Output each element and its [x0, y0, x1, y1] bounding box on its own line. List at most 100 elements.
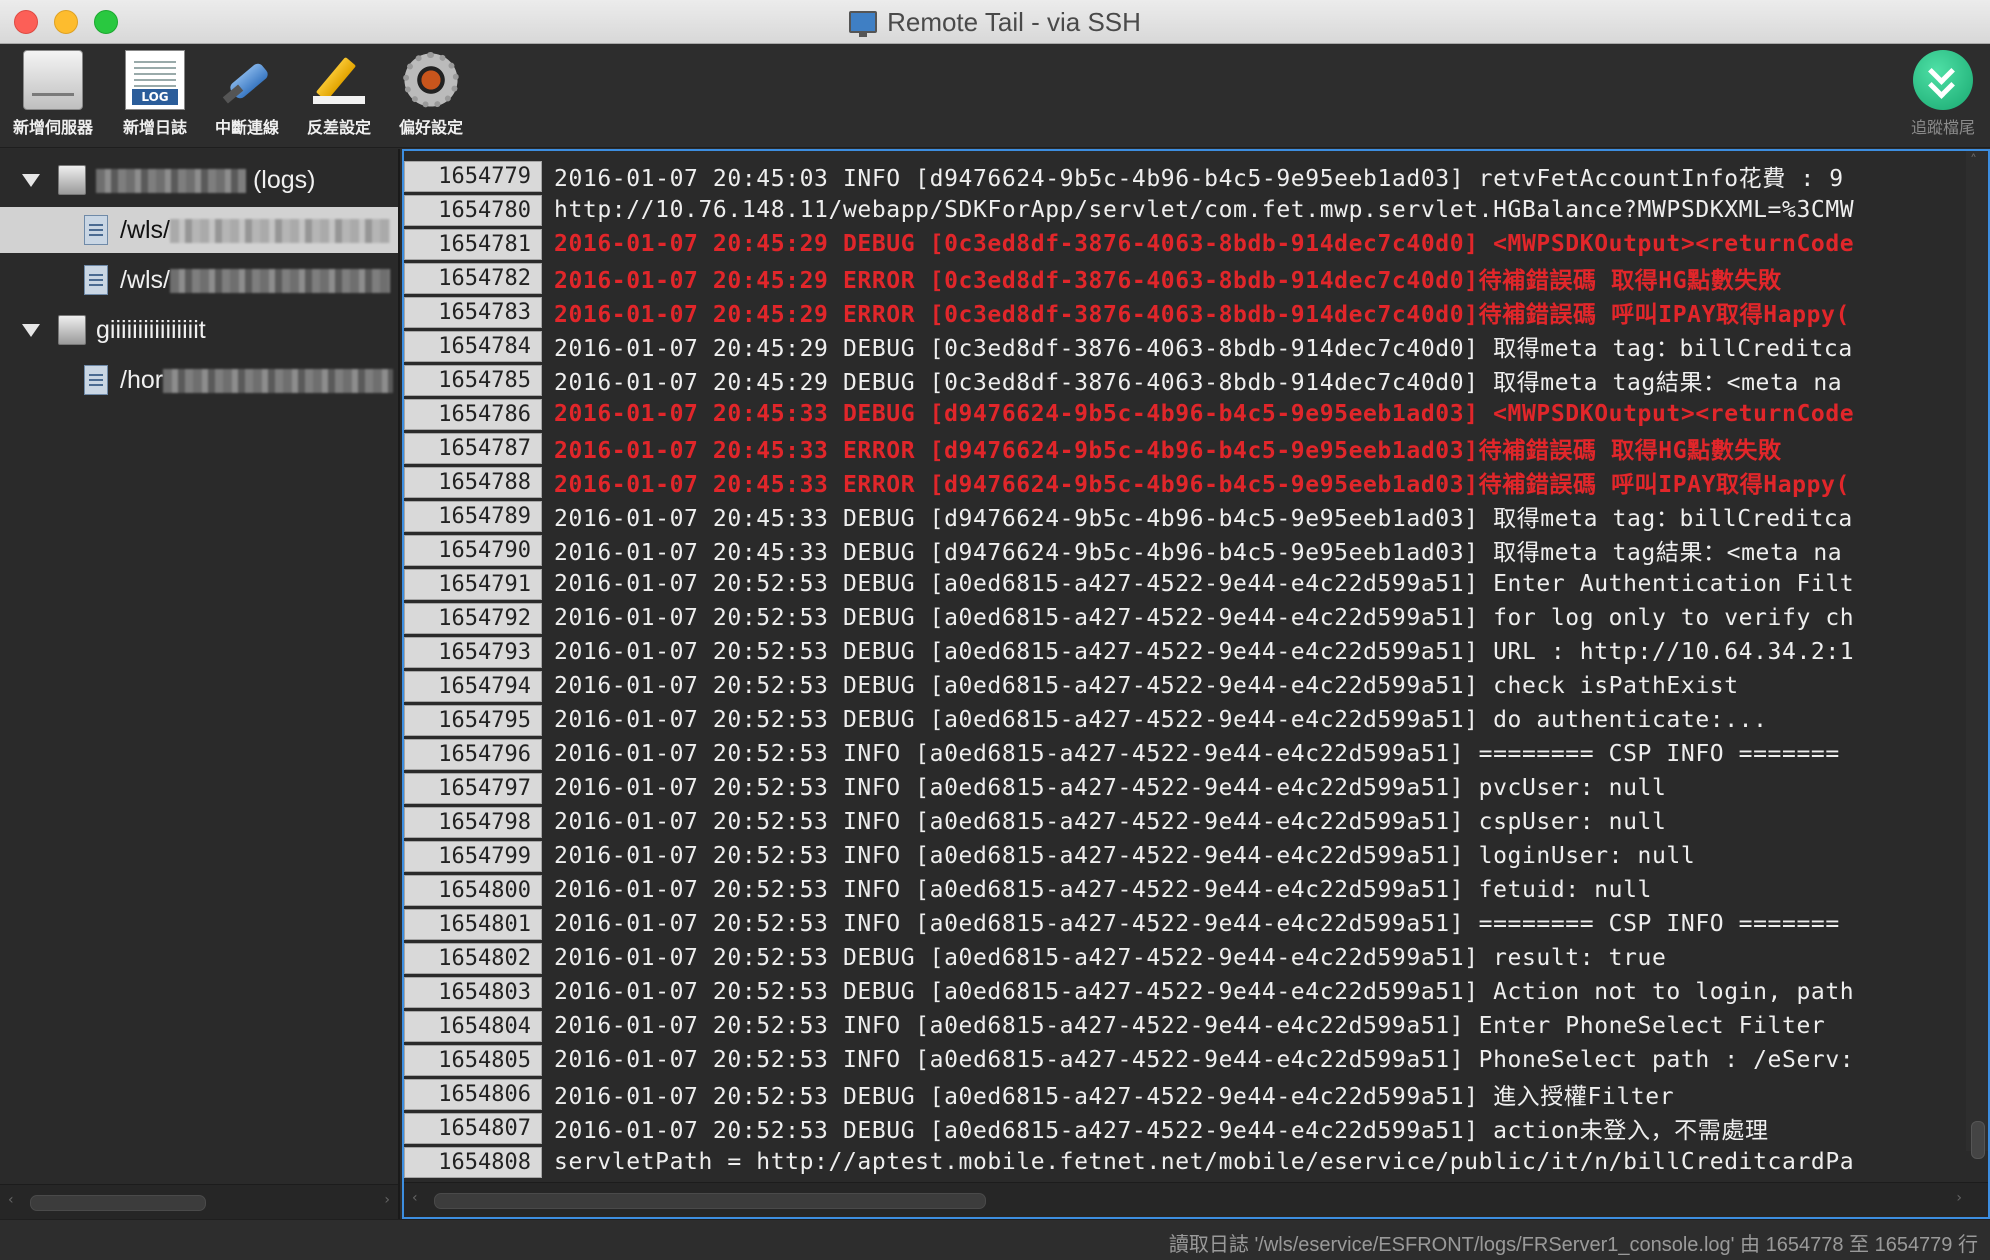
log-row[interactable]: 1654779 2016-01-07 20:45:03 INFO [d947662… — [404, 159, 1964, 193]
log-vertical-scrollbar[interactable]: ˄ — [1966, 151, 1988, 1159]
log-vertical-scroll-thumb[interactable] — [1971, 1121, 1985, 1159]
tree-log-3[interactable]: /hor — [0, 357, 398, 403]
log-line-text: 2016-01-07 20:52:53 DEBUG [a0ed6815-a427… — [554, 945, 1667, 971]
log-row[interactable]: 1654787 2016-01-07 20:45:33 ERROR [d94766… — [404, 431, 1964, 465]
log-row[interactable]: 1654789 2016-01-07 20:45:33 DEBUG [d94766… — [404, 499, 1964, 533]
log-row[interactable]: 1654800 2016-01-07 20:52:53 INFO [a0ed681… — [404, 873, 1964, 907]
preferences-button[interactable]: 偏好設定 — [386, 50, 476, 144]
log-row[interactable]: 1654796 2016-01-07 20:52:53 INFO [a0ed681… — [404, 737, 1964, 771]
status-text: 讀取日誌 '/wls/eservice/ESFRONT/logs/FRServe… — [1168, 1234, 1978, 1256]
redacted-path — [170, 268, 390, 293]
disconnect-label: 中斷連線 — [214, 118, 279, 137]
log-horizontal-scroll-thumb[interactable] — [434, 1193, 986, 1209]
log-row[interactable]: 1654806 2016-01-07 20:52:53 DEBUG [a0ed68… — [404, 1077, 1964, 1111]
log-line-text: 2016-01-07 20:45:03 INFO [d9476624-9b5c-… — [554, 166, 1844, 192]
tree-server-1[interactable]: (logs) — [0, 157, 398, 203]
log-row[interactable]: 1654805 2016-01-07 20:52:53 INFO [a0ed681… — [404, 1043, 1964, 1077]
scroll-left-icon[interactable]: ‹ — [8, 1192, 14, 1208]
log-row[interactable]: 1654804 2016-01-07 20:52:53 INFO [a0ed681… — [404, 1009, 1964, 1043]
scroll-right-icon[interactable]: › — [1956, 1190, 1962, 1206]
log-row[interactable]: 1654795 2016-01-07 20:52:53 DEBUG [a0ed68… — [404, 703, 1964, 737]
toolbar: 新增伺服器 新增日誌 中斷連線 反差設定 偏好設定 追蹤檔尾 — [0, 44, 1990, 148]
server-2-name: giiiiiiiiiiiiiiiit — [96, 315, 206, 344]
tail-follow-button[interactable]: 追蹤檔尾 — [1898, 50, 1988, 144]
log-row[interactable]: 1654808 servletPath = http://aptest.mobil… — [404, 1145, 1964, 1179]
server-1-name: (logs) — [246, 165, 316, 194]
highlight-settings-label: 反差設定 — [306, 118, 371, 137]
line-number: 1654808 — [404, 1146, 542, 1178]
scroll-up-icon[interactable]: ˄ — [1970, 153, 1977, 169]
line-number: 1654783 — [404, 296, 542, 328]
log-row[interactable]: 1654794 2016-01-07 20:52:53 DEBUG [a0ed68… — [404, 669, 1964, 703]
log-row[interactable]: 1654788 2016-01-07 20:45:33 ERROR [d94766… — [404, 465, 1964, 499]
disclosure-triangle-icon[interactable] — [22, 323, 40, 337]
add-log-button[interactable]: 新增日誌 — [110, 50, 200, 144]
sidebar-scroll-thumb[interactable] — [30, 1195, 206, 1211]
line-number: 1654792 — [404, 602, 542, 634]
line-number: 1654789 — [404, 500, 542, 532]
log-row[interactable]: 1654782 2016-01-07 20:45:29 ERROR [0c3ed8… — [404, 261, 1964, 295]
log-line-text: 2016-01-07 20:45:33 DEBUG [d9476624-9b5c… — [554, 401, 1855, 427]
sidebar-horizontal-scrollbar[interactable]: ‹ › — [0, 1184, 398, 1219]
tail-down-icon — [1913, 50, 1973, 110]
preferences-label: 偏好設定 — [398, 118, 463, 137]
line-number: 1654805 — [404, 1044, 542, 1076]
tree-log-1[interactable]: /wls/ — [0, 207, 398, 253]
tree-log-label: /hor — [120, 366, 394, 395]
line-number: 1654796 — [404, 738, 542, 770]
log-line-text: 2016-01-07 20:52:53 DEBUG [a0ed6815-a427… — [554, 673, 1739, 699]
log-row[interactable]: 1654784 2016-01-07 20:45:29 DEBUG [0c3ed8… — [404, 329, 1964, 363]
highlighter-icon — [309, 50, 369, 110]
tree-log-2[interactable]: /wls/ — [0, 257, 398, 303]
log-row[interactable]: 1654799 2016-01-07 20:52:53 INFO [a0ed681… — [404, 839, 1964, 873]
log-row[interactable]: 1654798 2016-01-07 20:52:53 INFO [a0ed681… — [404, 805, 1964, 839]
scroll-left-icon[interactable]: ‹ — [412, 1190, 418, 1206]
tree-log-label: /wls/ — [120, 266, 390, 295]
log-line-text: 2016-01-07 20:45:33 DEBUG [d9476624-9b5c… — [554, 540, 1843, 566]
highlight-settings-button[interactable]: 反差設定 — [294, 50, 384, 144]
scroll-right-icon[interactable]: › — [384, 1192, 390, 1208]
log-row[interactable]: 1654783 2016-01-07 20:45:29 ERROR [0c3ed8… — [404, 295, 1964, 329]
line-number: 1654788 — [404, 466, 542, 498]
log-row[interactable]: 1654797 2016-01-07 20:52:53 INFO [a0ed681… — [404, 771, 1964, 805]
disconnect-button[interactable]: 中斷連線 — [202, 50, 292, 144]
log-line-text: 2016-01-07 20:52:53 DEBUG [a0ed6815-a427… — [554, 979, 1855, 1005]
log-file-icon — [125, 50, 185, 110]
disclosure-triangle-icon[interactable] — [22, 173, 40, 187]
line-number: 1654799 — [404, 840, 542, 872]
add-server-label: 新增伺服器 — [12, 118, 93, 137]
log-row[interactable]: 1654790 2016-01-07 20:45:33 DEBUG [d94766… — [404, 533, 1964, 567]
log-line-text: 2016-01-07 20:52:53 INFO [a0ed6815-a427-… — [554, 911, 1840, 937]
log-row[interactable]: 1654786 2016-01-07 20:45:33 DEBUG [d94766… — [404, 397, 1964, 431]
line-number: 1654806 — [404, 1078, 542, 1110]
log-row[interactable]: 1654780 http://10.76.148.11/webapp/SDKFor… — [404, 193, 1964, 227]
log-view[interactable]: 1654779 2016-01-07 20:45:03 INFO [d947662… — [402, 149, 1990, 1219]
monitor-icon — [849, 11, 878, 37]
line-number: 1654791 — [404, 568, 542, 600]
log-line-text: 2016-01-07 20:45:29 DEBUG [0c3ed8df-3876… — [554, 231, 1855, 257]
window-title: Remote Tail - via SSH — [887, 6, 1141, 37]
log-line-text: 2016-01-07 20:45:33 ERROR [d9476624-9b5c… — [554, 438, 1782, 464]
add-server-button[interactable]: 新增伺服器 — [8, 50, 98, 144]
log-row[interactable]: 1654801 2016-01-07 20:52:53 INFO [a0ed681… — [404, 907, 1964, 941]
log-horizontal-scrollbar[interactable]: ‹ › — [404, 1182, 1988, 1217]
log-row[interactable]: 1654803 2016-01-07 20:52:53 DEBUG [a0ed68… — [404, 975, 1964, 1009]
log-row[interactable]: 1654802 2016-01-07 20:52:53 DEBUG [a0ed68… — [404, 941, 1964, 975]
log-row[interactable]: 1654792 2016-01-07 20:52:53 DEBUG [a0ed68… — [404, 601, 1964, 635]
log-row[interactable]: 1654785 2016-01-07 20:45:29 DEBUG [0c3ed8… — [404, 363, 1964, 397]
log-row[interactable]: 1654791 2016-01-07 20:52:53 DEBUG [a0ed68… — [404, 567, 1964, 601]
tree-server-2[interactable]: giiiiiiiiiiiiiiiit — [0, 307, 398, 353]
plug-disconnect-icon — [217, 50, 277, 110]
log-row[interactable]: 1654781 2016-01-07 20:45:29 DEBUG [0c3ed8… — [404, 227, 1964, 261]
log-row[interactable]: 1654793 2016-01-07 20:52:53 DEBUG [a0ed68… — [404, 635, 1964, 669]
log-line-text: 2016-01-07 20:52:53 INFO [a0ed6815-a427-… — [554, 877, 1652, 903]
status-bar: 讀取日誌 '/wls/eservice/ESFRONT/logs/FRServe… — [0, 1219, 1990, 1260]
log-line-text: servletPath = http://aptest.mobile.fetne… — [554, 1149, 1855, 1175]
log-line-text: 2016-01-07 20:45:29 ERROR [0c3ed8df-3876… — [554, 268, 1782, 294]
log-row[interactable]: 1654807 2016-01-07 20:52:53 DEBUG [a0ed68… — [404, 1111, 1964, 1145]
line-number: 1654784 — [404, 330, 542, 362]
redacted-path — [163, 368, 394, 393]
line-number: 1654800 — [404, 874, 542, 906]
server-log-tree: (logs) /wls/ /wls/ giiiiiiiiiiiiiiiit /h… — [0, 149, 400, 1219]
window-titlebar: Remote Tail - via SSH — [0, 0, 1990, 44]
